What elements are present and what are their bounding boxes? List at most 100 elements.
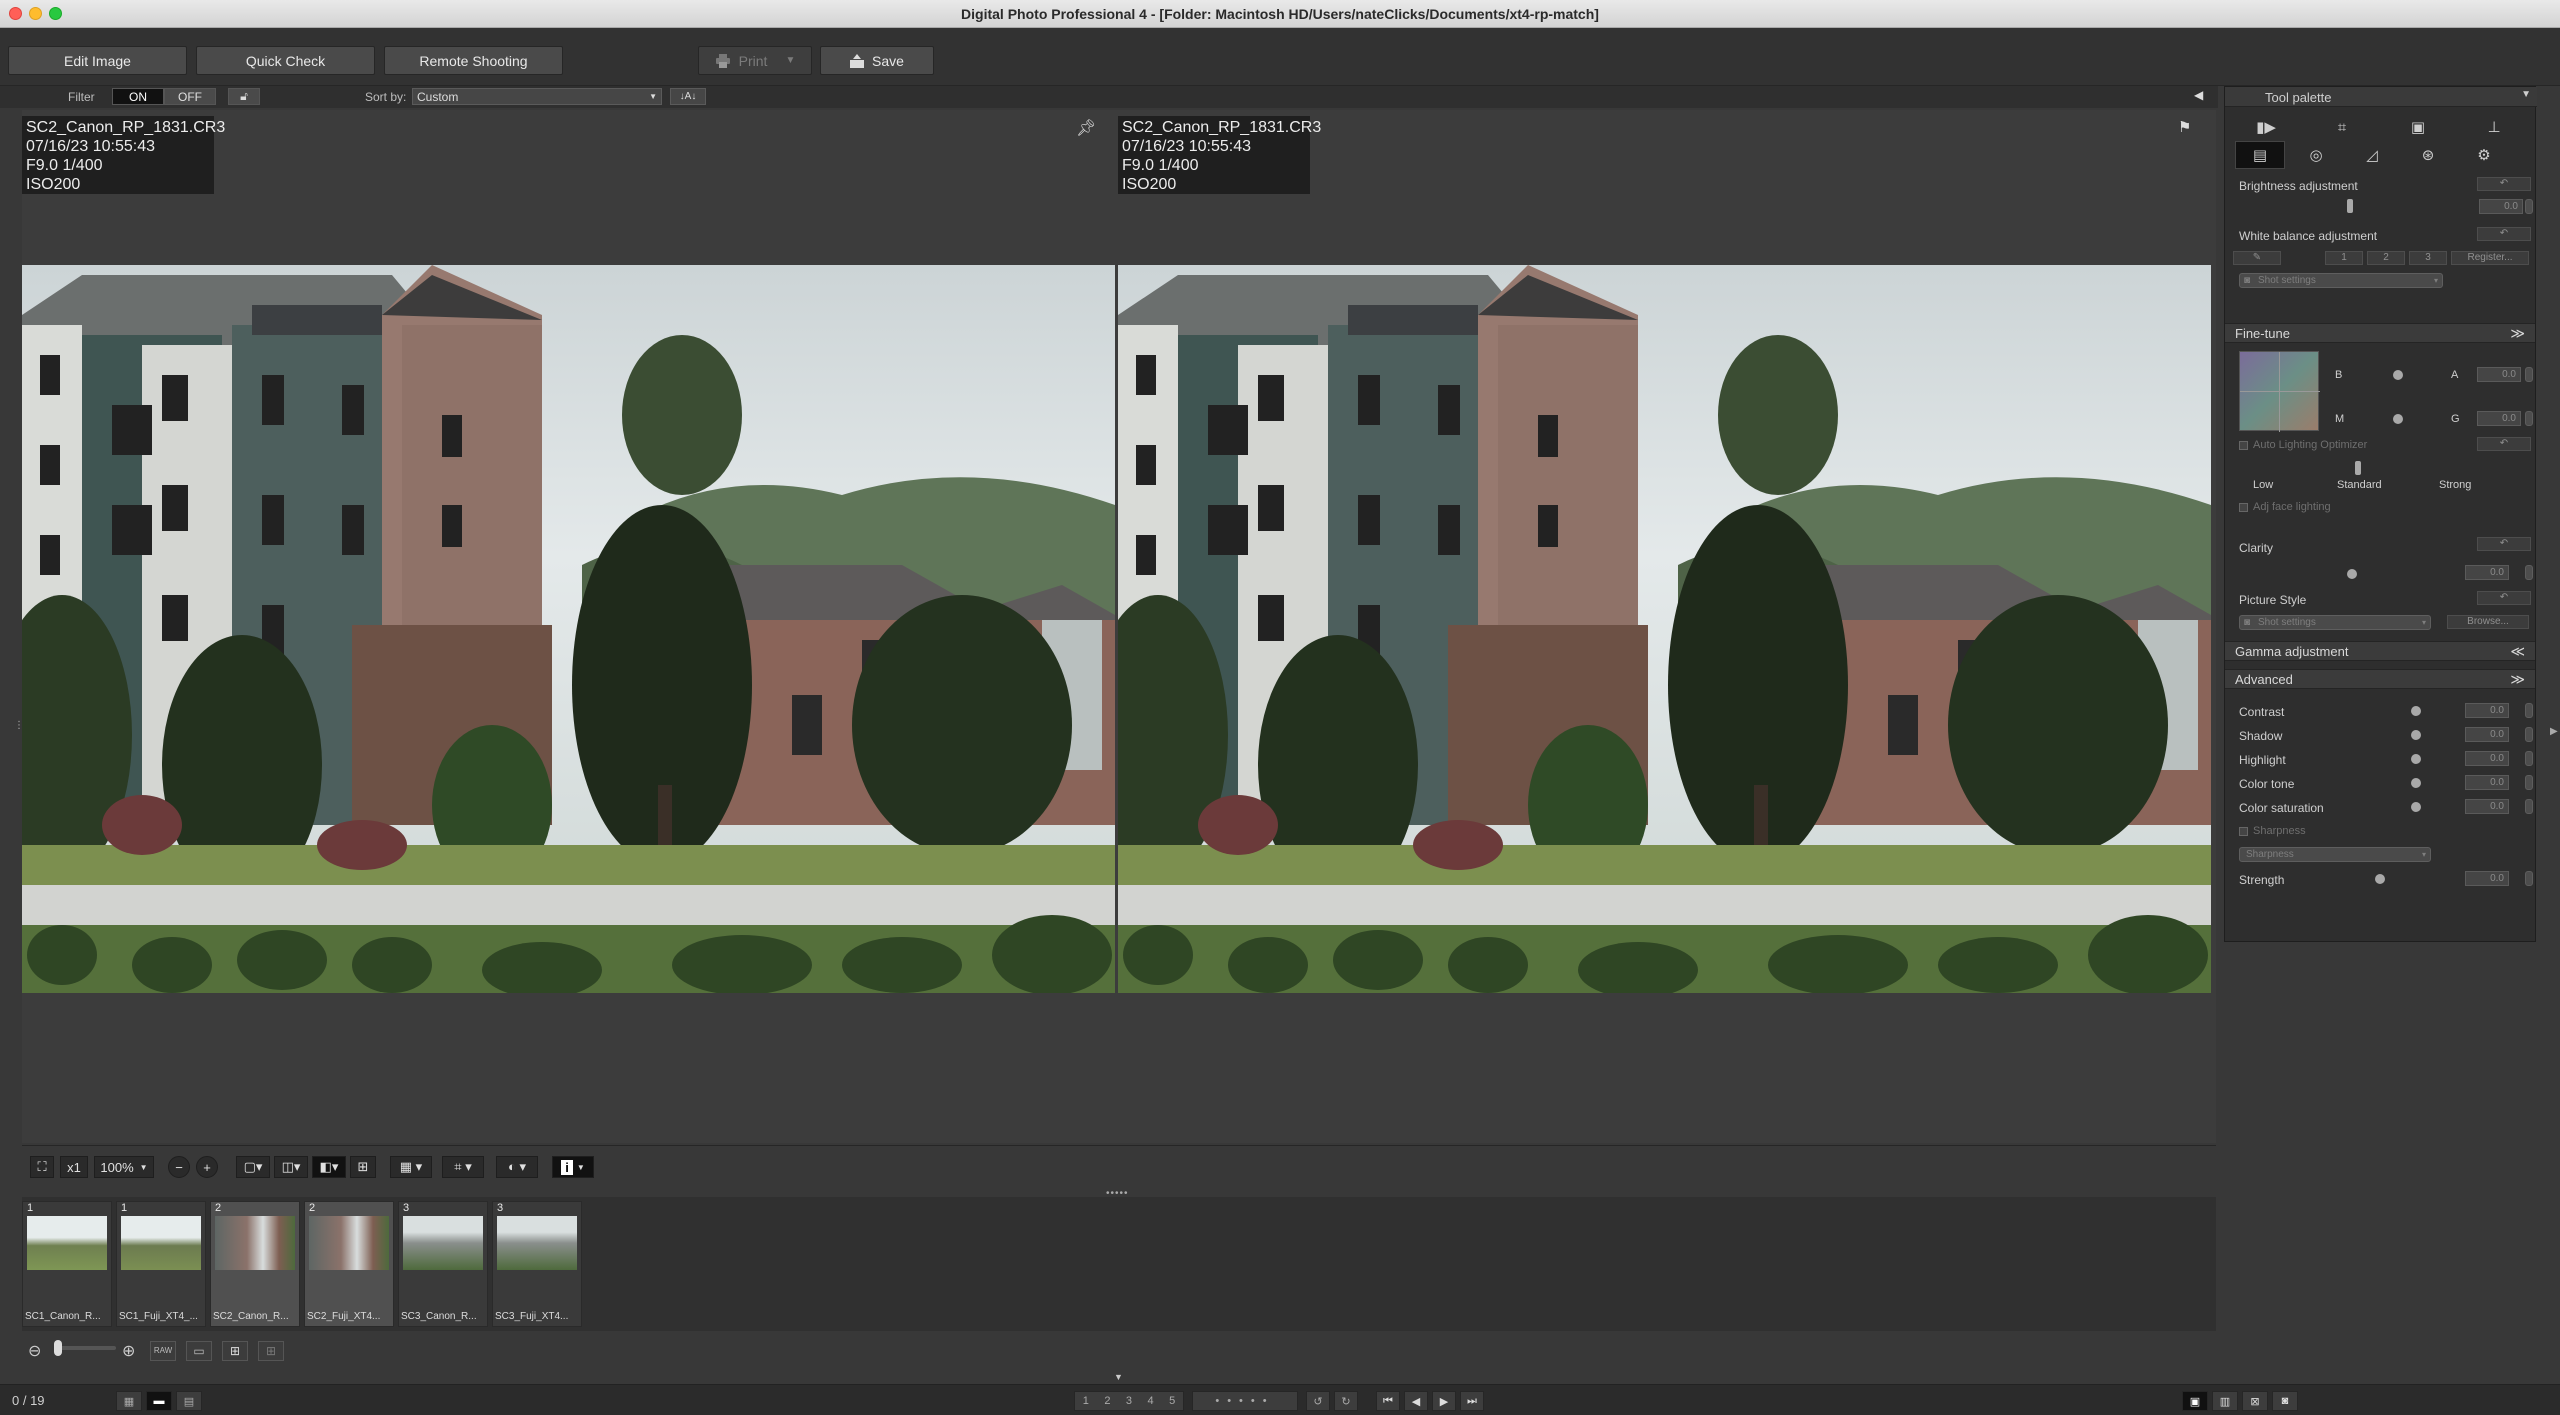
brightness-slider-handle[interactable] <box>2347 199 2353 213</box>
filmstrip-thumb-selected[interactable]: 2 SC2_Canon_R... <box>210 1201 300 1327</box>
navigator-button[interactable]: ⊠ <box>2242 1391 2268 1411</box>
strength-stepper[interactable] <box>2525 871 2533 886</box>
next-image-button[interactable]: ▶ <box>1432 1391 1456 1411</box>
thumbnail-view-button[interactable]: ▦ <box>116 1391 142 1411</box>
strength-value[interactable]: 0.0 <box>2465 871 2509 886</box>
highlight-stepper[interactable] <box>2525 751 2533 766</box>
tab-crop[interactable]: ⌗ <box>2307 113 2377 141</box>
tool-palette-toggle-button[interactable]: ▣ <box>2182 1391 2208 1411</box>
magnify-button[interactable]: x1 <box>60 1156 88 1178</box>
palette-menu-icon[interactable]: ▼ <box>2521 89 2531 100</box>
camera-info-button[interactable]: ◙ <box>2272 1391 2298 1411</box>
rating-4-button[interactable]: 4 <box>1148 1395 1154 1407</box>
contrast-value[interactable]: 0.0 <box>2465 703 2509 718</box>
af-point-button[interactable]: ⌗ ▾ <box>442 1156 484 1178</box>
layout-single-button[interactable]: ▢▾ <box>236 1156 270 1178</box>
contrast-stepper[interactable] <box>2525 703 2533 718</box>
eyedropper-button[interactable]: ✎ <box>2233 251 2281 265</box>
layout-compare-button[interactable]: ◧▾ <box>312 1156 346 1178</box>
filter-off-button[interactable]: OFF <box>164 88 216 105</box>
strength-slider-handle[interactable] <box>2375 874 2385 884</box>
grid-view-icon[interactable]: ⊞ <box>222 1341 248 1361</box>
highlight-warning-button[interactable]: ◐ ▾ <box>496 1156 538 1178</box>
zoom-out-button[interactable]: − <box>168 1156 190 1178</box>
sort-order-button[interactable]: ↓A↓ <box>670 88 706 105</box>
picture-style-reset-button[interactable]: ↶ <box>2477 591 2531 605</box>
sync-button[interactable]: ⊞ <box>350 1156 376 1178</box>
fine-tune-ab-value[interactable]: 0.0 <box>2477 367 2521 382</box>
star-rating-bar[interactable]: ••••• <box>1192 1391 1298 1411</box>
previous-image-button[interactable]: ◀ <box>1404 1391 1428 1411</box>
sharpness-select[interactable]: Sharpness ▾ <box>2239 847 2431 862</box>
tab-basic[interactable]: ▮▶ <box>2231 113 2301 141</box>
zoom-in-button[interactable]: + <box>196 1156 218 1178</box>
wb-preset-3-button[interactable]: 3 <box>2409 251 2447 265</box>
collapse-bottom-icon[interactable]: ▼ <box>1114 1372 1123 1382</box>
multi-view-icon[interactable]: ⊞ <box>258 1341 284 1361</box>
remote-shooting-button[interactable]: Remote Shooting <box>384 46 563 75</box>
gamma-header[interactable]: Gamma adjustment ≪ <box>2225 641 2535 661</box>
right-photo[interactable] <box>1118 265 2211 993</box>
picture-style-browse-button[interactable]: Browse... <box>2447 615 2529 629</box>
clarity-reset-button[interactable]: ↶ <box>2477 537 2531 551</box>
tab-tone[interactable]: ◎ <box>2291 141 2341 169</box>
rating-2-button[interactable]: 2 <box>1104 1395 1110 1407</box>
fit-to-window-button[interactable]: ⛶ <box>30 1156 54 1178</box>
right-panel-handle-icon[interactable]: ▶ <box>2550 726 2558 737</box>
raw-jpeg-icon[interactable]: RAW <box>150 1341 176 1361</box>
advanced-header[interactable]: Advanced ≫ <box>2225 669 2535 689</box>
thumb-size-increase-icon[interactable]: ⊕ <box>122 1341 144 1361</box>
wb-preset-1-button[interactable]: 1 <box>2325 251 2363 265</box>
sharpness-checkbox[interactable] <box>2239 827 2248 836</box>
clarity-value[interactable]: 0.0 <box>2465 565 2509 580</box>
rating-3-button[interactable]: 3 <box>1126 1395 1132 1407</box>
filmstrip-thumb[interactable]: 1 SC1_Fuji_XT4_... <box>116 1201 206 1327</box>
color-saturation-value[interactable]: 0.0 <box>2465 799 2509 814</box>
wb-register-button[interactable]: Register... <box>2451 251 2529 265</box>
rotate-left-button[interactable]: ↺ <box>1306 1391 1330 1411</box>
filmstrip-view-button[interactable]: ▬ <box>146 1391 172 1411</box>
fine-tune-mg-stepper[interactable] <box>2525 411 2533 426</box>
fine-tune-header[interactable]: Fine-tune ≫ <box>2225 323 2535 343</box>
tab-curve[interactable]: ◿ <box>2347 141 2397 169</box>
clarity-slider-handle[interactable] <box>2347 569 2357 579</box>
rating-1-button[interactable]: 1 <box>1083 1395 1089 1407</box>
adj-face-checkbox[interactable] <box>2239 503 2248 512</box>
thumb-size-decrease-icon[interactable]: ⊖ <box>28 1341 50 1361</box>
picture-style-select[interactable]: Shot settings ◙ ▾ <box>2239 615 2431 630</box>
filmstrip-thumb-selected[interactable]: 2 SC2_Fuji_XT4... <box>304 1201 394 1327</box>
white-balance-select[interactable]: Shot settings ◙ ▾ <box>2239 273 2443 288</box>
color-saturation-stepper[interactable] <box>2525 799 2533 814</box>
highlight-value[interactable]: 0.0 <box>2465 751 2509 766</box>
print-button[interactable]: Print ▼ <box>698 46 812 75</box>
single-view-icon[interactable]: ▭ <box>186 1341 212 1361</box>
save-button[interactable]: Save <box>820 46 934 75</box>
sort-by-select[interactable]: Custom ▼ <box>412 88 662 105</box>
fine-tune-m-slider-handle[interactable] <box>2393 414 2403 424</box>
contrast-slider-handle[interactable] <box>2411 706 2421 716</box>
info-display-button[interactable]: i ▼ <box>552 1156 594 1178</box>
clarity-stepper[interactable] <box>2525 565 2533 580</box>
edit-image-button[interactable]: Edit Image <box>8 46 187 75</box>
collapse-left-icon[interactable]: ◀ <box>2194 88 2203 102</box>
tab-output[interactable]: ⊥ <box>2459 113 2529 141</box>
color-saturation-slider-handle[interactable] <box>2411 802 2421 812</box>
color-tone-slider-handle[interactable] <box>2411 778 2421 788</box>
brightness-value[interactable]: 0.0 <box>2479 199 2523 214</box>
left-photo[interactable] <box>22 265 1115 993</box>
brightness-stepper[interactable] <box>2525 199 2533 214</box>
wb-preset-2-button[interactable]: 2 <box>2367 251 2405 265</box>
brightness-reset-button[interactable]: ↶ <box>2477 177 2531 191</box>
thumb-size-slider-handle[interactable] <box>54 1340 62 1356</box>
alo-slider-handle[interactable] <box>2355 461 2361 475</box>
first-image-button[interactable]: ⏮ <box>1376 1391 1400 1411</box>
last-image-button[interactable]: ⏭ <box>1460 1391 1484 1411</box>
shadow-slider-handle[interactable] <box>2411 730 2421 740</box>
alo-checkbox[interactable] <box>2239 441 2248 450</box>
tab-exposure[interactable]: ▤ <box>2235 141 2285 169</box>
histogram-button[interactable]: ▥ <box>2212 1391 2238 1411</box>
shadow-stepper[interactable] <box>2525 727 2533 742</box>
tab-lens[interactable]: ▣ <box>2383 113 2453 141</box>
fine-tune-ab-stepper[interactable] <box>2525 367 2533 382</box>
filmstrip-thumb[interactable]: 3 SC3_Fuji_XT4... <box>492 1201 582 1327</box>
